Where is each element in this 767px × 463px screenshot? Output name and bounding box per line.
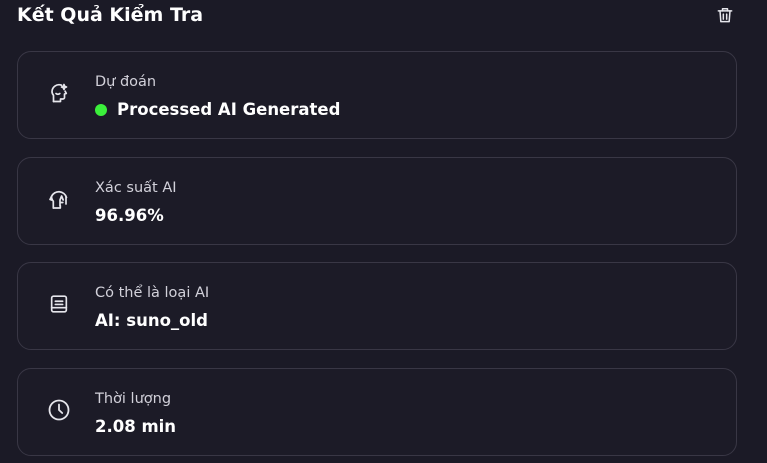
- ai-probability-value: 96.96%: [95, 206, 164, 225]
- duration-label: Thời lượng: [95, 391, 172, 407]
- sparkle-head-icon: [46, 80, 72, 106]
- ai-probability-label: Xác suất AI: [95, 180, 177, 196]
- duration-value: 2.08 min: [95, 417, 177, 436]
- ai-type-label: Có thể là loại AI: [95, 285, 210, 301]
- delete-button[interactable]: [713, 3, 737, 27]
- ai-head-icon: [46, 186, 72, 212]
- ai-type-value: AI: suno_old: [95, 311, 208, 330]
- page-title: Kết Quả Kiểm Tra: [17, 4, 204, 26]
- prediction-value: Processed AI Generated: [95, 99, 340, 121]
- clock-icon: [46, 397, 72, 423]
- prediction-text: Processed AI Generated: [117, 100, 341, 119]
- prediction-label: Dự đoán: [95, 74, 157, 90]
- prediction-card: Dự đoán Processed AI Generated: [17, 51, 737, 139]
- status-dot: [95, 104, 107, 116]
- duration-card: Thời lượng 2.08 min: [17, 368, 737, 456]
- document-list-icon: [46, 291, 72, 317]
- ai-type-card: Có thể là loại AI AI: suno_old: [17, 262, 737, 350]
- results-header: Kết Quả Kiểm Tra: [17, 2, 737, 30]
- ai-probability-card: Xác suất AI 96.96%: [17, 157, 737, 245]
- trash-icon: [717, 8, 733, 23]
